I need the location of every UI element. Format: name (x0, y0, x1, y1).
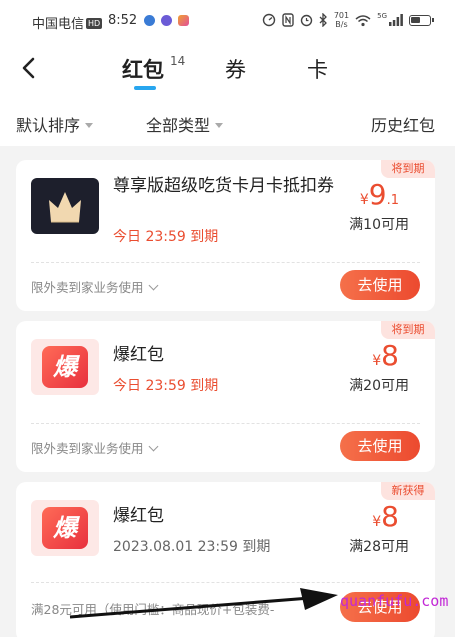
tab-red-packet[interactable]: 红包 (122, 54, 164, 84)
net-speed-value: 701 (333, 11, 350, 20)
speedometer-icon (262, 13, 276, 27)
usage-condition: 满20可用 (349, 378, 409, 394)
chevron-down-icon (148, 441, 158, 451)
watermark: quanfufu.com (340, 592, 449, 610)
sort-dropdown[interactable]: 默认排序 (16, 112, 94, 136)
bao-logo: 爆 (42, 507, 88, 549)
net-speed: 701 B/s (334, 11, 349, 29)
coupon-title: 爆红包 (113, 345, 164, 365)
carrier-label: 中国电信 HD (32, 13, 103, 32)
notification-icons (144, 15, 189, 26)
system-icons: 701 B/s 5G (262, 11, 434, 29)
bluetooth-icon (319, 13, 327, 27)
coupon-amount: ¥8 (372, 339, 399, 372)
red-packet-count: 14 (170, 54, 186, 68)
usage-scope-toggle[interactable]: 限外卖到家业务使用 (31, 277, 158, 296)
wifi-icon (355, 14, 371, 26)
coupon-title: 爆红包 (113, 506, 164, 526)
history-label: 历史红包 (370, 116, 435, 135)
alarm-icon (300, 14, 313, 27)
usage-condition: 满10可用 (349, 217, 409, 233)
status-bar: 中国电信 HD 8:52 701 B/s 5G (0, 0, 455, 44)
chevron-down-icon (148, 280, 158, 290)
divider (31, 423, 420, 424)
hd-badge: HD (86, 18, 103, 29)
usage-scope-text: 限外卖到家业务使用 (31, 280, 144, 295)
app-notification-icon (161, 15, 172, 26)
coupon-amount: ¥9.1 (360, 178, 399, 211)
expiring-badge: 将到期 (381, 321, 435, 339)
coupon-thumbnail: 爆 (31, 339, 99, 395)
expiring-badge: 将到期 (381, 160, 435, 178)
caret-down-icon (85, 122, 94, 128)
signal-5g-label: 5G (377, 12, 387, 20)
usage-scope-toggle[interactable]: 限外卖到家业务使用 (31, 438, 158, 457)
coupon-title: 尊享版超级吃货卡月卡抵扣券 (113, 176, 334, 196)
coupon-amount: ¥8 (372, 500, 399, 533)
type-label: 全部类型 (146, 116, 211, 135)
history-link[interactable]: 历史红包 (371, 112, 435, 136)
usage-condition: 满28可用 (349, 539, 409, 555)
red-packet-card[interactable]: 将到期 爆 爆红包 今日 23:59 到期 ¥8 满20可用 限外卖到家业务使用… (16, 321, 435, 472)
net-speed-unit: B/s (335, 20, 348, 29)
new-badge: 新获得 (381, 482, 435, 500)
bao-logo: 爆 (42, 346, 88, 388)
clock: 8:52 (108, 13, 138, 28)
amount-integer: 8 (381, 500, 399, 533)
nfc-icon (282, 13, 294, 27)
sort-label: 默认排序 (16, 116, 81, 135)
currency-symbol: ¥ (372, 353, 382, 369)
amount-integer: 8 (381, 339, 399, 372)
use-button[interactable]: 去使用 (340, 270, 420, 300)
coupon-thumbnail (31, 178, 99, 234)
divider (31, 262, 420, 263)
carrier-name: 中国电信 (32, 17, 85, 32)
filter-bar: 默认排序 全部类型 历史红包 (0, 100, 455, 146)
use-button[interactable]: 去使用 (340, 431, 420, 461)
back-arrow-icon[interactable] (16, 54, 44, 82)
app-notification-icon (178, 15, 189, 26)
type-dropdown[interactable]: 全部类型 (146, 112, 224, 136)
battery-icon (409, 14, 434, 26)
cell-signal-icon (389, 14, 403, 26)
currency-symbol: ¥ (359, 192, 369, 208)
currency-symbol: ¥ (372, 514, 382, 530)
tab-card[interactable]: 卡 (307, 54, 328, 84)
coupon-thumbnail: 爆 (31, 500, 99, 556)
amount-decimal: .1 (386, 193, 399, 208)
amount-integer: 9 (368, 178, 387, 211)
crown-icon (49, 192, 81, 223)
top-nav: 红包 14 券 卡 (0, 44, 455, 100)
app-notification-icon (144, 15, 155, 26)
caret-down-icon (215, 122, 224, 128)
red-packet-card[interactable]: 将到期 尊享版超级吃货卡月卡抵扣券 今日 23:59 到期 ¥9.1 满10可用… (16, 160, 435, 311)
expiry-date: 2023.08.01 23:59 到期 (113, 539, 271, 555)
tab-active-indicator (134, 86, 156, 90)
usage-scope-text: 限外卖到家业务使用 (31, 441, 144, 456)
expiry-date: 今日 23:59 到期 (113, 229, 219, 245)
tab-coupon[interactable]: 券 (225, 54, 246, 84)
expiry-date: 今日 23:59 到期 (113, 378, 219, 394)
